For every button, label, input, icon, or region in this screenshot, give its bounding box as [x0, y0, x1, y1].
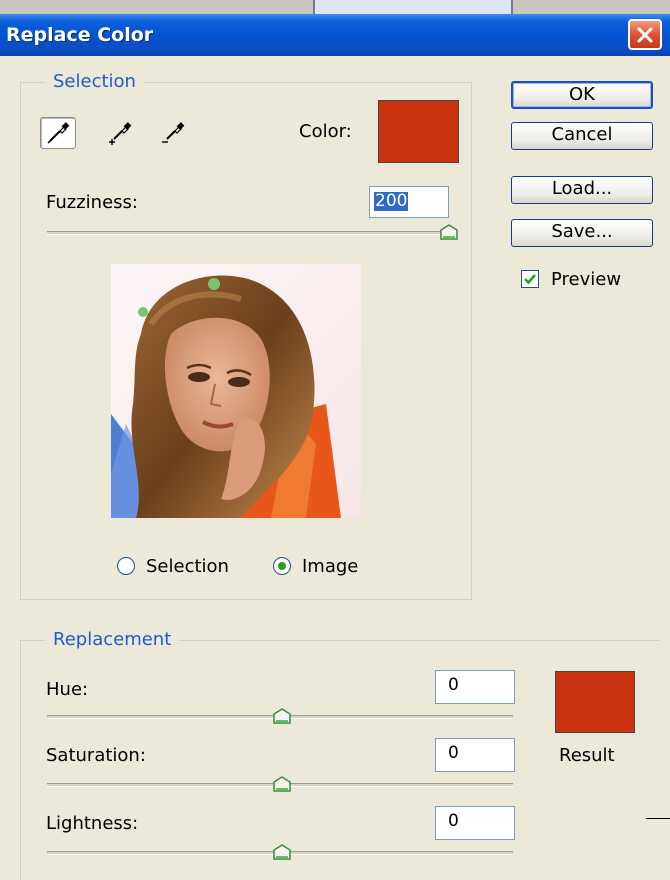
load-button[interactable]: Load... [511, 176, 653, 204]
fuzziness-label: Fuzziness: [46, 192, 138, 213]
fuzziness-slider-thumb[interactable] [440, 224, 458, 240]
fuzziness-value: 200 [374, 191, 409, 211]
save-button[interactable]: Save... [511, 219, 653, 247]
eyedropper-subtract-tool[interactable] [155, 117, 191, 149]
title-bar: Replace Color [0, 14, 670, 56]
preview-label: Preview [551, 269, 622, 290]
eyedropper-tool[interactable] [40, 117, 76, 149]
selection-legend: Selection [45, 71, 144, 93]
image-radio[interactable] [273, 557, 291, 575]
selection-color-swatch[interactable] [378, 100, 459, 163]
background-tab [313, 0, 513, 14]
result-label: Result [559, 745, 615, 766]
eyedropper-icon [47, 122, 70, 144]
eyedropper-add-tool[interactable] [102, 117, 138, 149]
lightness-label: Lightness: [46, 813, 139, 834]
window-title: Replace Color [6, 24, 154, 46]
preview-checkbox[interactable] [521, 270, 539, 288]
image-preview [111, 264, 361, 518]
eyedropper-subtract-icon [162, 122, 185, 143]
close-icon [637, 27, 653, 42]
cancel-button[interactable]: Cancel [511, 122, 653, 150]
hue-slider-thumb[interactable] [273, 708, 291, 724]
fuzziness-input[interactable]: 200 [369, 186, 449, 218]
image-radio-dot [278, 562, 286, 570]
close-button[interactable] [628, 19, 662, 50]
replacement-legend: Replacement [45, 629, 180, 651]
hue-label: Hue: [46, 679, 89, 700]
image-radio-label: Image [302, 556, 359, 577]
lightness-input[interactable]: 0 [435, 806, 515, 840]
lightness-slider-thumb[interactable] [273, 844, 291, 860]
color-label: Color: [299, 121, 352, 142]
edge-line [646, 818, 670, 819]
saturation-slider-thumb[interactable] [273, 776, 291, 792]
fuzziness-slider-track[interactable] [47, 231, 455, 235]
ok-button[interactable]: OK [511, 81, 653, 109]
selection-radio-label: Selection [146, 556, 229, 577]
checkmark-icon [524, 274, 536, 285]
selection-radio[interactable] [117, 557, 135, 575]
eyedropper-add-icon [109, 122, 132, 145]
result-color-swatch[interactable] [555, 671, 635, 733]
saturation-label: Saturation: [46, 745, 146, 766]
background-window-strip [0, 0, 670, 14]
saturation-input[interactable]: 0 [435, 738, 515, 772]
hue-input[interactable]: 0 [435, 670, 515, 704]
